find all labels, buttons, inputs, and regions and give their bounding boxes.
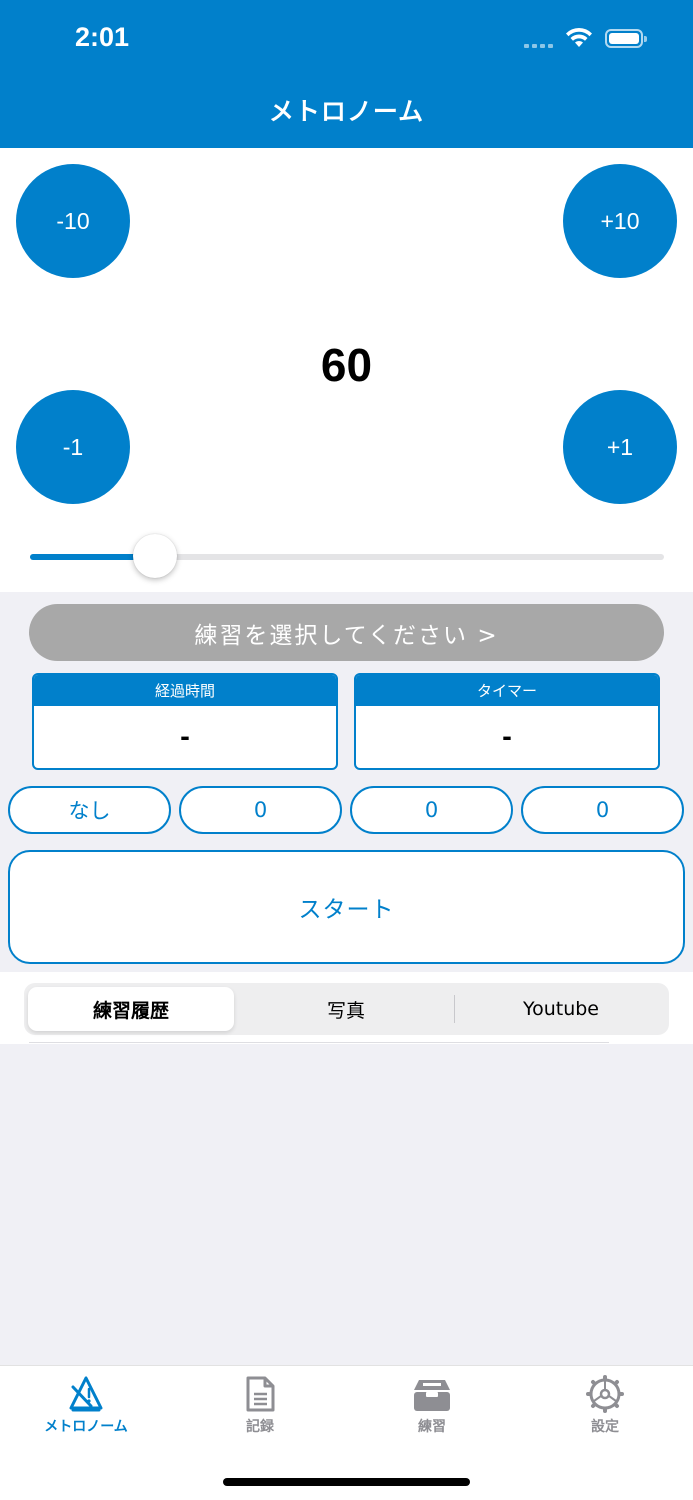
cellular-signal-icon xyxy=(524,44,553,48)
plus-1-button[interactable]: +1 xyxy=(563,390,677,504)
tempo-slider-thumb[interactable] xyxy=(132,534,177,578)
metronome-icon xyxy=(69,1376,103,1412)
tab-metronome[interactable]: メトロノーム xyxy=(11,1374,161,1436)
tray-icon xyxy=(414,1380,450,1411)
tempo-slider[interactable] xyxy=(30,554,664,560)
counter-pill-3[interactable]: 0 xyxy=(521,786,684,834)
select-practice-button[interactable]: 練習を選択してください > xyxy=(29,604,664,661)
counter-pill-none[interactable]: なし xyxy=(8,786,171,834)
battery-icon xyxy=(605,29,647,48)
elapsed-time-box: 経過時間 - xyxy=(32,673,338,770)
tab-label-records: 記録 xyxy=(246,1419,274,1435)
segment-practice-history[interactable]: 練習履歴 xyxy=(28,987,234,1031)
tab-settings[interactable]: 設定 xyxy=(530,1374,680,1436)
home-indicator xyxy=(223,1478,470,1486)
timer-value: - xyxy=(502,723,512,751)
segment-youtube[interactable]: Youtube xyxy=(456,987,666,1031)
wifi-icon xyxy=(566,27,592,47)
gear-icon xyxy=(586,1375,624,1413)
segment-area: 練習履歴 写真 Youtube xyxy=(0,972,693,1044)
status-time: 2:01 xyxy=(75,22,130,52)
minus-10-button[interactable]: -10 xyxy=(16,164,130,278)
elapsed-time-value: - xyxy=(180,723,190,751)
list-separator xyxy=(29,1042,609,1043)
plus-10-button[interactable]: +10 xyxy=(563,164,677,278)
minus-1-button[interactable]: -1 xyxy=(16,390,130,504)
segment-divider xyxy=(454,995,455,1023)
counter-pill-1[interactable]: 0 xyxy=(179,786,342,834)
tab-label-practice: 練習 xyxy=(418,1419,446,1435)
timer-box: タイマー - xyxy=(354,673,660,770)
start-button[interactable]: スタート xyxy=(8,850,685,964)
tempo-value: 60 xyxy=(320,339,373,391)
tab-records[interactable]: 記録 xyxy=(185,1374,335,1436)
tab-practice[interactable]: 練習 xyxy=(357,1374,507,1436)
document-icon xyxy=(246,1376,275,1412)
segment-photos[interactable]: 写真 xyxy=(240,987,452,1031)
tab-label-metronome: メトロノーム xyxy=(44,1419,128,1435)
segmented-control: 練習履歴 写真 Youtube xyxy=(24,983,669,1035)
page-title: メトロノーム xyxy=(268,97,425,126)
metronome-panel: -10 +10 60 -1 +1 xyxy=(0,148,693,592)
elapsed-time-caption: 経過時間 xyxy=(34,675,336,706)
timer-caption: タイマー xyxy=(356,675,658,706)
counter-pill-2[interactable]: 0 xyxy=(350,786,513,834)
navigation-header: 2:01 メトロノーム xyxy=(0,0,693,148)
tab-label-settings: 設定 xyxy=(591,1419,619,1435)
